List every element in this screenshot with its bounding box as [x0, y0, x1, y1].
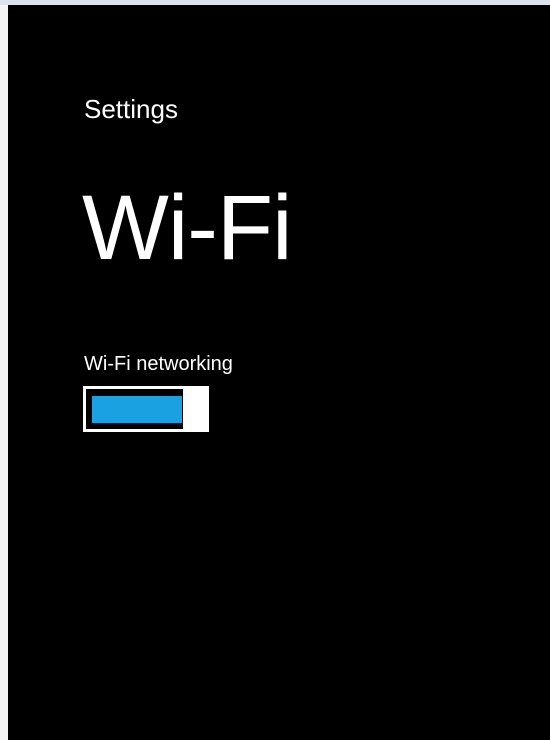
page-title: Wi-Fi [82, 177, 293, 279]
toggle-thumb[interactable] [183, 386, 209, 432]
wifi-networking-label: Wi-Fi networking [84, 353, 233, 375]
wifi-networking-toggle[interactable] [83, 386, 209, 432]
settings-header: Settings [84, 94, 178, 124]
toggle-on-fill [92, 396, 182, 423]
